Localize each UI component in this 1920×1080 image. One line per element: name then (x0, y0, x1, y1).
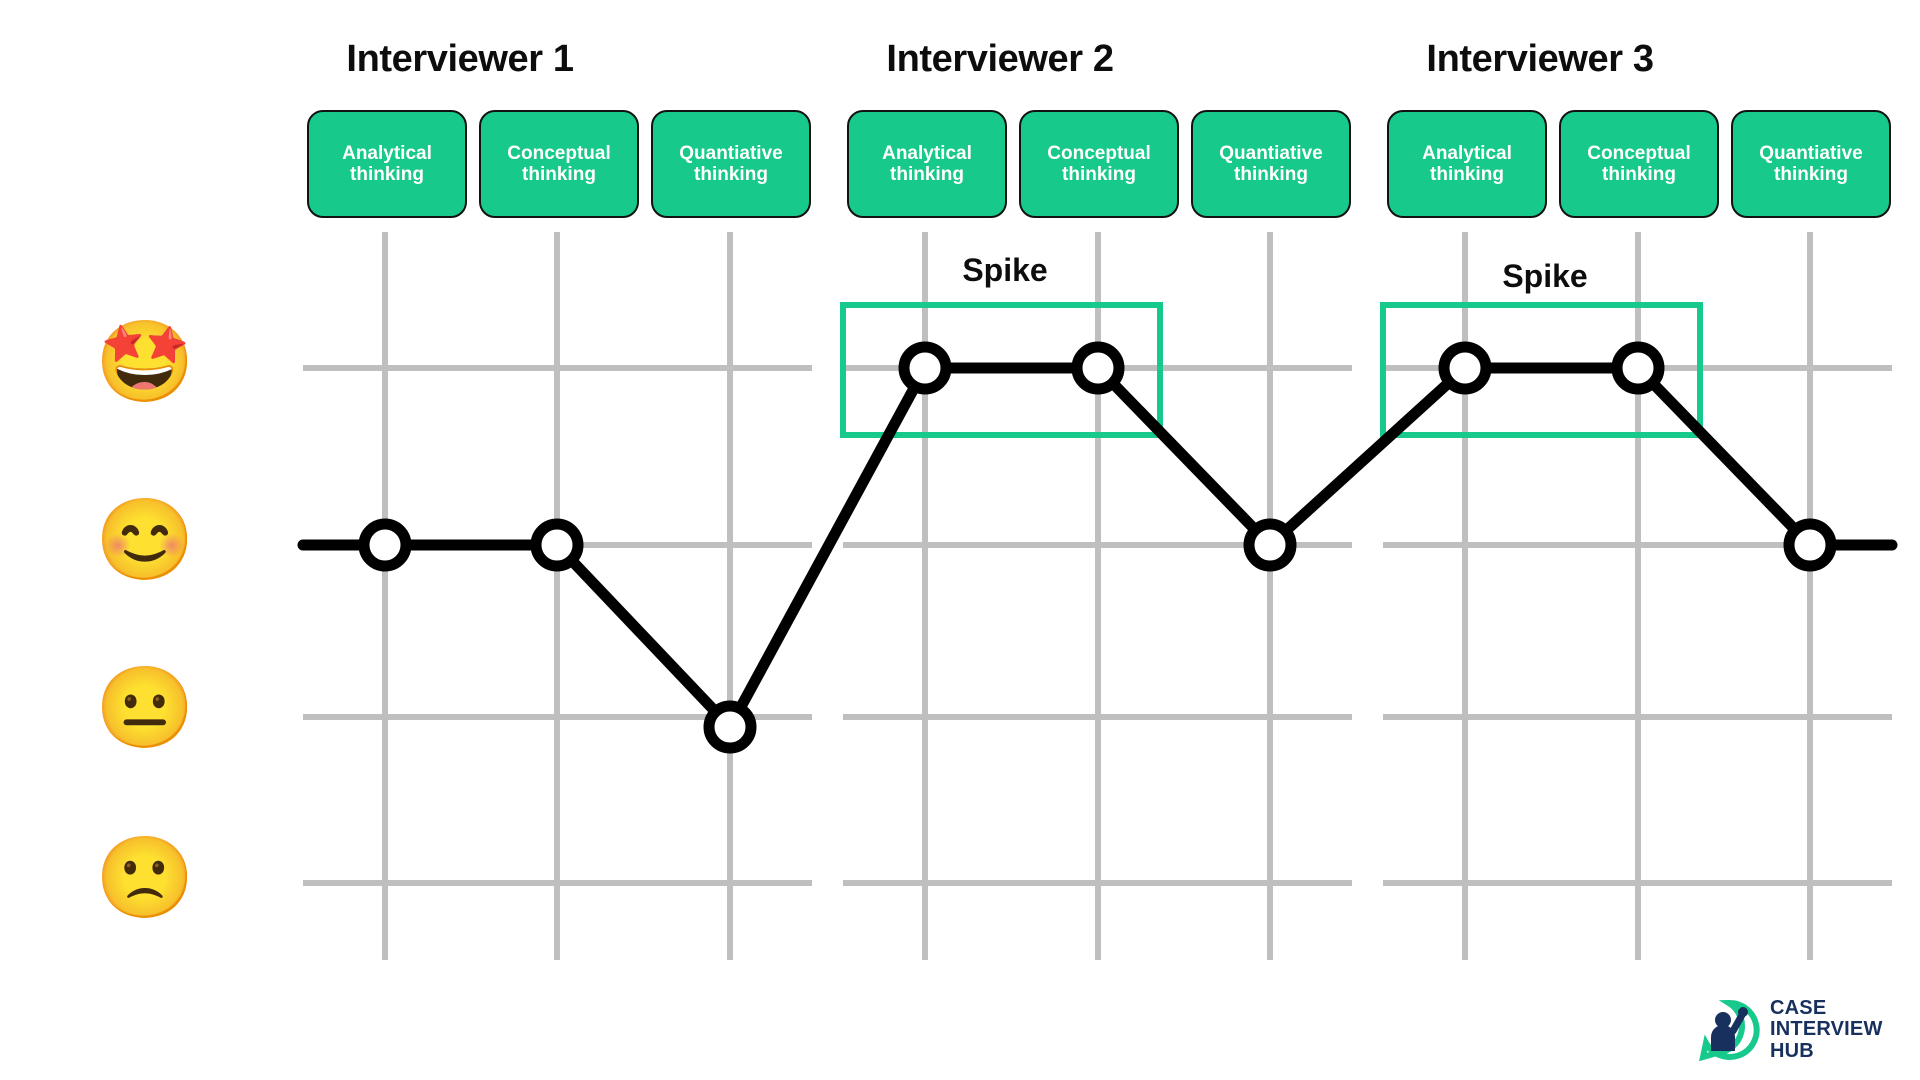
logo-line-interview: INTERVIEW (1770, 1018, 1883, 1041)
data-point-i2-analytical[interactable] (898, 341, 952, 395)
logo-wordmark: CASE INTERVIEW HUB (1770, 998, 1883, 1062)
data-point-i3-conceptual[interactable] (1611, 341, 1665, 395)
chart-canvas: Interviewer 1 Interviewer 2 Interviewer … (0, 0, 1920, 1080)
logo-line-hub: HUB (1770, 1039, 1814, 1062)
logo-line-case: CASE (1770, 997, 1827, 1020)
data-point-i1-analytical[interactable] (358, 518, 412, 572)
data-point-i1-conceptual[interactable] (530, 518, 584, 572)
spike-label-interviewer-2: Spike (962, 252, 1048, 288)
data-point-i2-conceptual[interactable] (1071, 341, 1125, 395)
data-point-i2-quantitative[interactable] (1243, 518, 1297, 572)
person-in-circle-icon (1699, 999, 1760, 1061)
spike-label-interviewer-3: Spike (1502, 258, 1588, 294)
line-chart-plot (297, 232, 1898, 960)
data-point-i3-analytical[interactable] (1438, 341, 1492, 395)
data-point-i3-quantitative[interactable] (1783, 518, 1837, 572)
case-interview-hub-logo: CASE INTERVIEW HUB (1698, 990, 1918, 1070)
data-point-i1-quantitative[interactable] (703, 700, 757, 754)
